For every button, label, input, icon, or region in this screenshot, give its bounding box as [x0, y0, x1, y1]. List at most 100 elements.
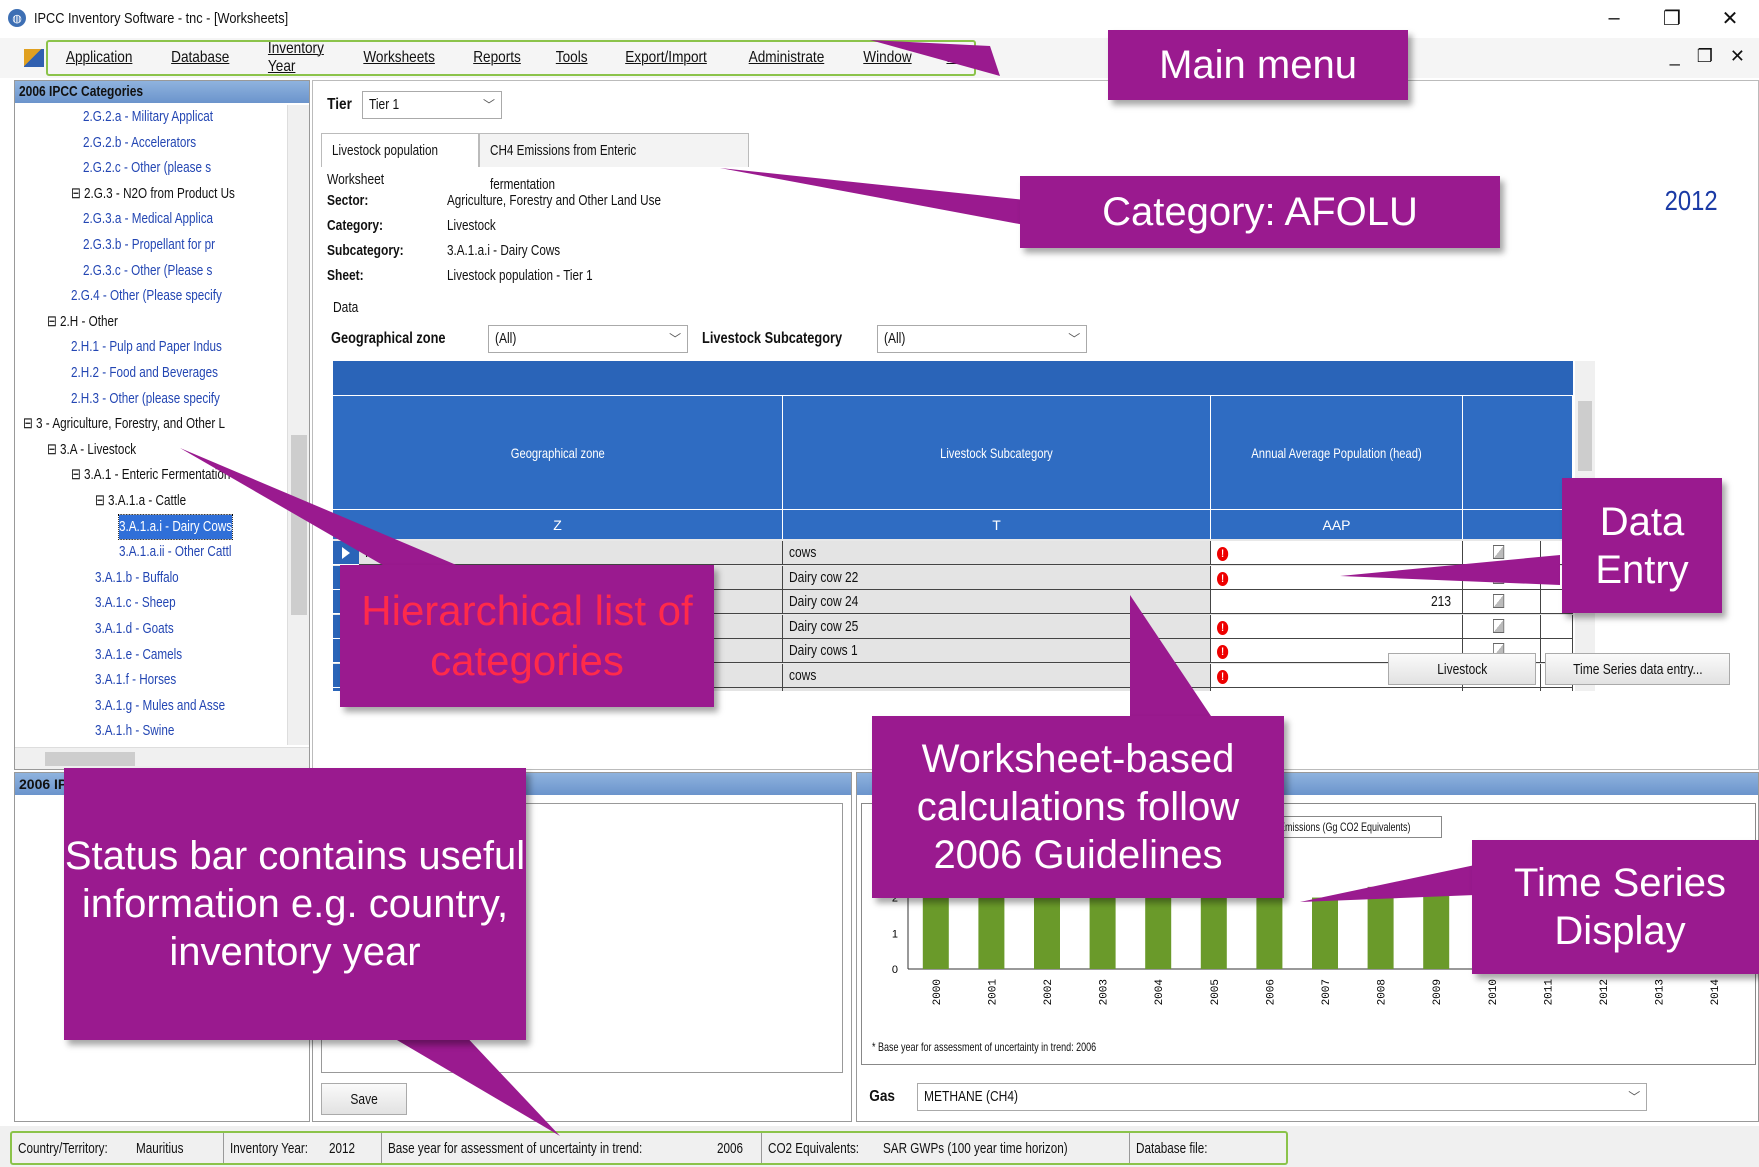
- tree-item[interactable]: 2.H.3 - Other (please specify: [71, 387, 262, 411]
- table-cell-edit[interactable]: [1463, 688, 1541, 691]
- table-cell-edit[interactable]: [1463, 614, 1541, 639]
- table-cell-sub[interactable]: Dairy cow 25: [783, 614, 1211, 639]
- table-cell-value[interactable]: !: [1211, 614, 1463, 639]
- tree-item[interactable]: 2.H.2 - Food and Beverages: [71, 361, 259, 385]
- tree-item[interactable]: 3.A.1.d - Goats: [95, 617, 196, 641]
- tree-item[interactable]: 2.G.4 - Other (Please specify: [71, 284, 264, 308]
- tree-item-label: 3.A.1.a.i - Dairy Cows: [118, 513, 233, 540]
- tree-horizontal-scrollbar[interactable]: [15, 747, 309, 769]
- menu-item-tools[interactable]: Tools: [556, 49, 588, 67]
- tree-item-label: 3.A.1.d - Goats: [95, 620, 174, 637]
- tree-item[interactable]: 3.A.1.a.i - Dairy Cows: [118, 513, 264, 540]
- chart-legend: Emissions (Gg CO2 Equivalents): [1272, 816, 1442, 838]
- tree-item[interactable]: ⊟ 3.A.1 - Enteric Fermentation: [71, 463, 275, 487]
- tree-item[interactable]: ⊟ 3 - Agriculture, Forestry, and Other L: [23, 412, 282, 436]
- tree-item[interactable]: 3.A.1.b - Buffalo: [95, 566, 202, 590]
- edit-icon[interactable]: [1493, 545, 1505, 559]
- table-cell-edit[interactable]: [1463, 590, 1541, 614]
- tree-item[interactable]: 2.G.2.a - Military Applicat: [83, 105, 250, 129]
- livestock-subcategory-label: Livestock Subcategory: [702, 330, 843, 347]
- table-cell-zone[interactable]: Fr: [359, 541, 783, 565]
- table-cell-extra[interactable]: [1541, 688, 1573, 691]
- tree-item[interactable]: 3.A.1.c - Sheep: [95, 591, 198, 615]
- table-row[interactable]: Fr cows!: [333, 541, 1573, 565]
- livestock-button[interactable]: Livestock: [1388, 653, 1536, 685]
- category-tree[interactable]: 2.G.2.a - Military Applicat 2.G.2.b - Acc…: [15, 105, 289, 745]
- menu-item-reports[interactable]: Reports: [473, 49, 521, 67]
- document-icon[interactable]: [24, 49, 44, 67]
- menu-item-help[interactable]: Help: [946, 49, 974, 67]
- edit-icon[interactable]: [1493, 569, 1505, 584]
- table-cell-value[interactable]: [1211, 688, 1463, 691]
- cell-text: cows: [789, 544, 817, 561]
- gas-select[interactable]: METHANE (CH4) ﹀: [917, 1083, 1648, 1111]
- tab-livestock-population[interactable]: Livestock population: [321, 133, 479, 167]
- info-key: Sector:: [327, 192, 369, 209]
- mdi-controls[interactable]: _ ❐ ✕: [1670, 46, 1751, 67]
- categories-panel-header: 2006 IPCC Categories: [15, 81, 309, 103]
- tree-item[interactable]: ⊟ 3.A.1.a - Cattle: [95, 489, 212, 513]
- status-bar: Country/Territory: Mauritius Inventory Y…: [0, 1126, 1759, 1167]
- table-cell-sub[interactable]: Dairy cow 24: [783, 590, 1211, 614]
- table-cell-sub[interactable]: Dairy cows 1: [783, 639, 1211, 663]
- table-cell-edit[interactable]: [1463, 565, 1541, 590]
- menu-item-application[interactable]: Application: [66, 49, 133, 67]
- tree-item[interactable]: 3.A.1.g - Mules and Asse: [95, 694, 262, 718]
- tree-item[interactable]: 2.G.3.c - Other (Please s: [83, 259, 249, 283]
- error-icon: !: [1217, 571, 1229, 586]
- close-button[interactable]: ✕: [1701, 0, 1759, 36]
- aap-value: 213: [1430, 593, 1451, 610]
- window-title: IPCC Inventory Software - tnc - [Workshe…: [34, 9, 289, 27]
- table-cell-edit[interactable]: [1463, 541, 1541, 565]
- time-series-data-entry-button[interactable]: Time Series data entry...: [1545, 653, 1730, 685]
- column-header-zone[interactable]: Geographical zone: [333, 395, 783, 509]
- error-icon: !: [1217, 620, 1229, 635]
- table-cell-value[interactable]: !: [1211, 565, 1463, 590]
- tab-ch4-emissions[interactable]: CH4 Emissions from Enteric fermentation: [478, 133, 749, 193]
- livestock-subcategory-select[interactable]: (All) ﹀: [877, 325, 1088, 353]
- tree-item[interactable]: ⊟ 3.A - Livestock: [47, 438, 161, 462]
- tree-item[interactable]: 3.A.1.h - Swine: [95, 719, 197, 743]
- table-cell-sub[interactable]: Dairy cow 22: [783, 688, 1211, 691]
- table-cell-extra[interactable]: [1541, 614, 1573, 639]
- tree-vertical-scrollbar[interactable]: [287, 105, 309, 745]
- table-cell-value[interactable]: 213: [1211, 590, 1463, 614]
- tree-item[interactable]: 2.G.3.a - Medical Applica: [83, 207, 250, 231]
- tree-item-label: 2.H.1 - Pulp and Paper Indus: [71, 338, 222, 356]
- row-header[interactable]: [333, 541, 359, 565]
- geo-zone-select[interactable]: (All) ﹀: [488, 325, 689, 353]
- tree-item[interactable]: ⊟ 2.G.3 - N2O from Product Us: [71, 182, 281, 206]
- info-row: Sheet: Livestock population - Tier 1: [327, 263, 721, 288]
- edit-icon[interactable]: [1493, 594, 1505, 608]
- table-cell-sub[interactable]: cows: [783, 541, 1211, 565]
- column-header-aap[interactable]: Annual Average Population (head): [1211, 395, 1463, 509]
- tree-item[interactable]: 2.H.1 - Pulp and Paper Indus: [71, 335, 264, 359]
- minimize-button[interactable]: –: [1585, 0, 1643, 36]
- chevron-down-icon: ﹀: [1628, 1090, 1641, 1104]
- menu-item-administrate[interactable]: Administrate: [749, 49, 825, 67]
- menu-item-export-import[interactable]: Export/Import: [625, 49, 707, 67]
- save-button[interactable]: Save: [321, 1083, 407, 1115]
- callout-hierarchical: Hierarchical list of categories: [340, 565, 714, 707]
- table-cell-sub[interactable]: Dairy cow 22: [783, 565, 1211, 590]
- menu-item-window[interactable]: Window: [863, 49, 911, 67]
- column-header-subcategory[interactable]: Livestock Subcategory: [783, 395, 1211, 509]
- menu-item-database[interactable]: Database: [171, 49, 229, 67]
- tree-item[interactable]: 2.G.2.b - Accelerators: [83, 131, 228, 155]
- tree-item[interactable]: 2.G.2.c - Other (please s: [83, 156, 247, 180]
- restore-button[interactable]: ❐: [1643, 0, 1701, 36]
- tree-item[interactable]: 3.A.1.a.ii - Other Cattl: [119, 540, 263, 564]
- edit-icon[interactable]: [1493, 618, 1505, 633]
- tier-select[interactable]: Tier 1 ﹀: [362, 91, 503, 119]
- status-country: Country/Territory: Mauritius: [12, 1133, 224, 1163]
- menu-item-worksheets[interactable]: Worksheets: [363, 49, 435, 67]
- tree-item[interactable]: 2.G.3.b - Propellant for pr: [83, 233, 252, 257]
- table-cell-value[interactable]: !: [1211, 541, 1463, 565]
- tree-item[interactable]: ⊟ 2.H - Other: [47, 310, 138, 334]
- menu-item-inventory-year[interactable]: Inventory Year: [268, 40, 324, 76]
- tree-item[interactable]: 3.A.1.f - Horses: [95, 668, 199, 692]
- tree-item[interactable]: 3.A.1.e - Camels: [95, 643, 207, 667]
- chart-bar: [1312, 897, 1338, 969]
- x-tick-label: 2009: [1432, 979, 1444, 1005]
- table-cell-sub[interactable]: cows: [783, 663, 1211, 688]
